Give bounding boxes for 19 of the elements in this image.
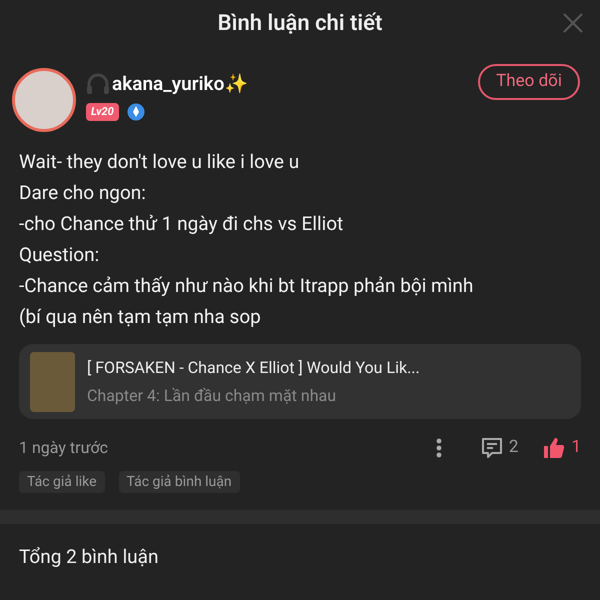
reply-count: 2 bbox=[508, 436, 518, 460]
story-title: [ FORSAKEN - Chance X Elliot ] Would You Lik... bbox=[87, 356, 420, 378]
more-icon[interactable] bbox=[436, 438, 442, 458]
thumbs-up-icon[interactable] bbox=[542, 436, 566, 460]
username[interactable]: akana_yuriko✨ bbox=[112, 70, 248, 98]
chapter-title: Chapter 4: Lần đầu chạm mặt nhau bbox=[87, 384, 338, 406]
time-label: 1 ngày trước bbox=[19, 437, 108, 459]
cover-image-placeholder bbox=[30, 352, 75, 412]
tag: Tác giả like bbox=[19, 471, 105, 493]
like-count: 1 bbox=[571, 436, 581, 460]
comment-icon[interactable] bbox=[480, 436, 504, 460]
total-comments: Tổng 2 bình luận bbox=[18, 544, 160, 570]
comment-text: Wait- they don't love u like i love u Dare cho ngon: -cho Chance thử 1 ngày đi chs vs Elliot Question: -Chance cảm thấy như nào khi bt Itrapp phản bội mình (bí qua nên tạm tạm nha sop bbox=[18, 149, 474, 330]
follow-button[interactable]: Theo dõi bbox=[478, 64, 580, 100]
tag: Tác giả bình luận bbox=[118, 471, 240, 493]
level-badge: Lv20 bbox=[86, 102, 119, 120]
page-title: Bình luận chi tiết bbox=[218, 10, 382, 38]
headphones-icon bbox=[86, 73, 110, 96]
story-card[interactable]: [ FORSAKEN - Chance X Elliot ] Would You Lik... Chapter 4: Lần đầu chạm mặt nhau bbox=[19, 344, 581, 419]
